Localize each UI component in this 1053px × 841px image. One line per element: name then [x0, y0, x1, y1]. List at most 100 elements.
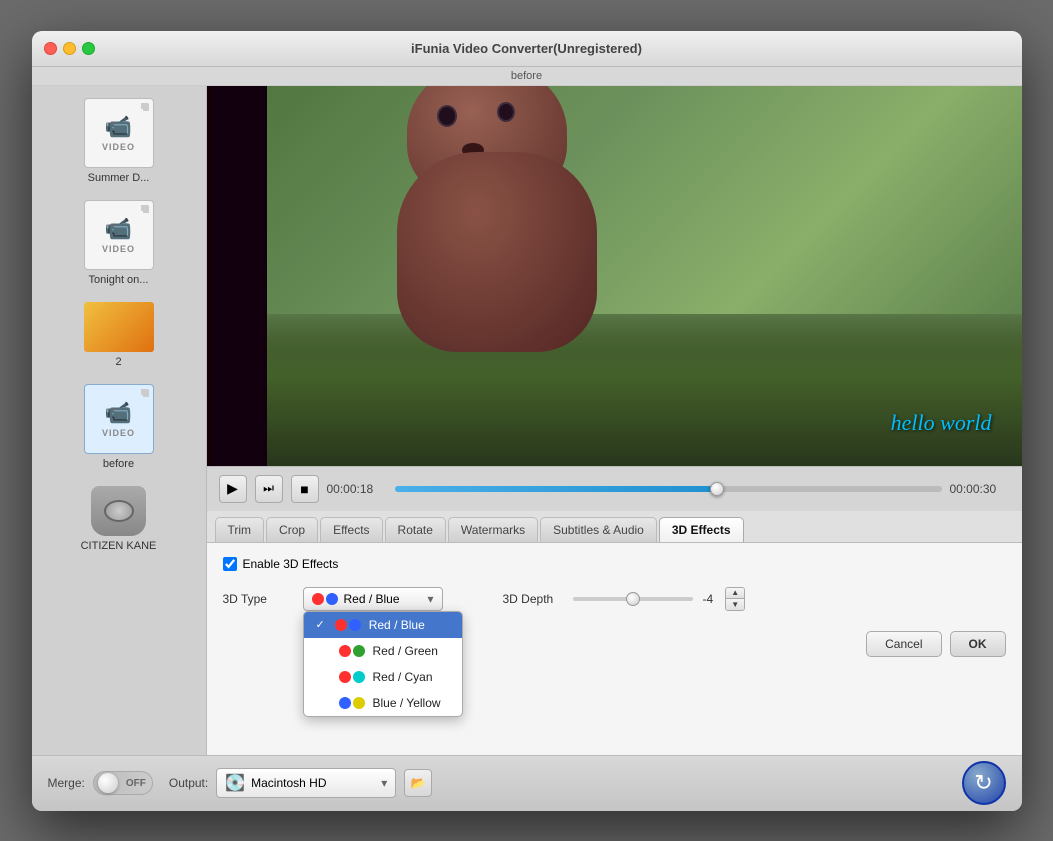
dots-red-green	[339, 645, 365, 657]
sidebar-item-summer[interactable]: 📹 VIDEO Summer D...	[44, 94, 194, 188]
tab-3deffects[interactable]: 3D Effects	[659, 517, 744, 542]
video-preview: hello world	[207, 86, 1022, 466]
ok-button[interactable]: OK	[950, 631, 1006, 657]
sidebar-item-label: CITIZEN KANE	[81, 540, 157, 552]
titlebar: iFunia Video Converter(Unregistered)	[32, 31, 1022, 67]
depth-section: 3D Depth -4 ▲ ▼	[503, 587, 746, 611]
settings-row: 3D Type Red / Blue ▾	[223, 587, 1006, 611]
sidebar-thumb-image	[84, 302, 154, 352]
output-value: Macintosh HD	[251, 776, 326, 790]
disk-icon	[91, 486, 146, 536]
panel-3d-effects: Enable 3D Effects 3D Type Red / Blue	[207, 543, 1022, 755]
dropdown-option-red-green[interactable]: Red / Green	[304, 638, 462, 664]
subtitle-bar: before	[32, 67, 1022, 86]
dot-blue	[326, 593, 338, 605]
toggle-ball	[98, 773, 118, 793]
enable-3d-label: Enable 3D Effects	[243, 557, 339, 571]
sidebar-item-3[interactable]: 2	[44, 298, 194, 372]
selected-color-dots	[312, 593, 338, 605]
step-forward-button[interactable]: ⏭	[255, 475, 283, 503]
subtitle-text: before	[511, 70, 542, 82]
chevron-down-icon: ▾	[427, 592, 433, 606]
sidebar-thumb-summer: 📹 VIDEO	[84, 98, 154, 168]
tab-watermarks[interactable]: Watermarks	[448, 517, 538, 542]
dropdown-selected-value: Red / Blue	[344, 592, 400, 606]
cancel-button[interactable]: Cancel	[866, 631, 941, 657]
folder-open-icon: 📂	[411, 776, 426, 790]
type-label: 3D Type	[223, 592, 283, 606]
sidebar-item-label: Tonight on...	[89, 274, 149, 286]
progress-fill	[395, 486, 723, 492]
tabs-area: Trim Crop Effects Rotate Watermarks Subt…	[207, 511, 1022, 543]
main-content: 📹 VIDEO Summer D... 📹 VIDEO Tonight on..…	[32, 86, 1022, 755]
maximize-button[interactable]	[82, 42, 95, 55]
type-dropdown-container: Red / Blue ▾ ✓	[303, 587, 443, 611]
groundhog-body	[397, 152, 597, 352]
stepper-down-button[interactable]: ▼	[726, 599, 744, 610]
dots-blue-yellow	[339, 697, 365, 709]
type-dropdown-trigger[interactable]: Red / Blue ▾	[303, 587, 443, 611]
hard-drive-icon: 💽	[225, 773, 245, 793]
sidebar-item-before[interactable]: 📹 VIDEO before	[44, 380, 194, 474]
controls-bar: ▶ ⏭ ■ 00:00:18 00:00:30	[207, 466, 1022, 511]
video-icon: 📹	[105, 216, 132, 242]
depth-thumb[interactable]	[626, 592, 640, 606]
dot-red	[312, 593, 324, 605]
traffic-lights	[44, 42, 95, 55]
tab-effects[interactable]: Effects	[320, 517, 382, 542]
convert-icon: ↻	[974, 770, 992, 796]
merge-section: Merge: OFF	[48, 771, 153, 795]
dots-red-blue	[335, 619, 361, 631]
sidebar-item-citizen-kane[interactable]: CITIZEN KANE	[44, 482, 194, 556]
output-label: Output:	[169, 776, 208, 790]
play-button[interactable]: ▶	[219, 475, 247, 503]
progress-thumb[interactable]	[710, 482, 724, 496]
stop-button[interactable]: ■	[291, 475, 319, 503]
bottom-bar: Merge: OFF Output: 💽 Macintosh HD ▾ 📂 ↻	[32, 755, 1022, 811]
merge-toggle[interactable]: OFF	[93, 771, 153, 795]
tab-subtitles[interactable]: Subtitles & Audio	[540, 517, 657, 542]
option-label: Red / Blue	[369, 618, 425, 632]
current-time: 00:00:18	[327, 482, 387, 496]
dropdown-option-blue-yellow[interactable]: Blue / Yellow	[304, 690, 462, 716]
overlay-text: hello world	[891, 410, 992, 436]
enable-3d-checkbox[interactable]	[223, 557, 237, 571]
chevron-down-icon: ▾	[381, 776, 387, 790]
merge-label: Merge:	[48, 776, 85, 790]
browse-button[interactable]: 📂	[404, 769, 432, 797]
type-dropdown-menu: ✓ Red / Blue	[303, 611, 463, 717]
video-icon: 📹	[105, 114, 132, 140]
tabs: Trim Crop Effects Rotate Watermarks Subt…	[207, 511, 1022, 542]
groundhog-eye-left	[437, 105, 457, 127]
sidebar-thumb-tonight: 📹 VIDEO	[84, 200, 154, 270]
sidebar-item-tonight[interactable]: 📹 VIDEO Tonight on...	[44, 196, 194, 290]
dropdown-option-red-blue[interactable]: ✓ Red / Blue	[304, 612, 462, 638]
sidebar-item-label: Summer D...	[88, 172, 150, 184]
tab-trim[interactable]: Trim	[215, 517, 265, 542]
sidebar: 📹 VIDEO Summer D... 📹 VIDEO Tonight on..…	[32, 86, 207, 755]
depth-value: -4	[703, 592, 714, 606]
option-label: Red / Cyan	[373, 670, 433, 684]
output-dropdown[interactable]: 💽 Macintosh HD ▾	[216, 768, 396, 798]
tab-rotate[interactable]: Rotate	[385, 517, 446, 542]
close-button[interactable]	[44, 42, 57, 55]
tab-crop[interactable]: Crop	[266, 517, 318, 542]
right-panel: hello world ▶ ⏭ ■ 00:00:18 00:00:30 Trim…	[207, 86, 1022, 755]
dropdown-option-red-cyan[interactable]: Red / Cyan	[304, 664, 462, 690]
black-bar-left	[207, 86, 267, 466]
groundhog-silhouette	[357, 86, 707, 352]
minimize-button[interactable]	[63, 42, 76, 55]
stepper-up-button[interactable]: ▲	[726, 588, 744, 599]
sidebar-thumb-before: 📹 VIDEO	[84, 384, 154, 454]
total-time: 00:00:30	[950, 482, 1010, 496]
video-icon: 📹	[105, 400, 132, 426]
progress-bar[interactable]	[395, 486, 942, 492]
sidebar-item-label: 2	[115, 356, 121, 368]
depth-slider[interactable]	[573, 597, 693, 601]
option-label: Blue / Yellow	[373, 696, 441, 710]
checkmark-icon: ✓	[316, 618, 325, 631]
convert-button[interactable]: ↻	[962, 761, 1006, 805]
window-title: iFunia Video Converter(Unregistered)	[411, 41, 642, 56]
depth-stepper[interactable]: ▲ ▼	[725, 587, 745, 611]
enable-3d-row: Enable 3D Effects	[223, 557, 1006, 571]
